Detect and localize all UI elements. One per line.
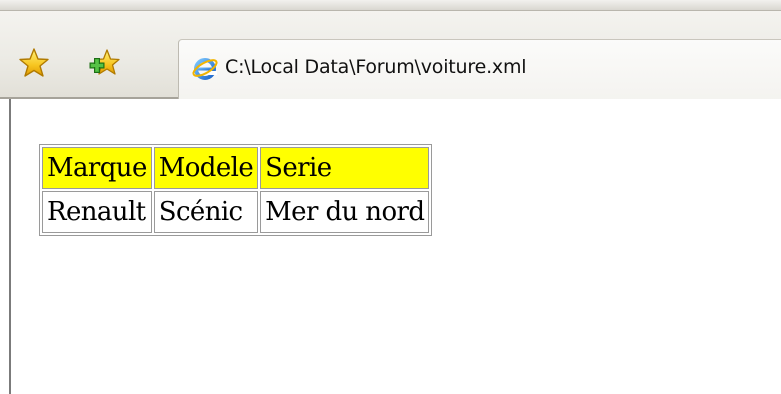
cell-modele: Scénic <box>153 191 259 233</box>
page-content: Marque Modele Serie Renault Scénic Mer d… <box>0 99 781 394</box>
header-cell-modele: Modele <box>153 147 259 189</box>
ie-icon <box>191 54 219 82</box>
table-header-row: Marque Modele Serie <box>42 147 430 189</box>
favorites-star-icon[interactable] <box>17 46 51 80</box>
cell-serie: Mer du nord <box>260 191 430 233</box>
window-top-strip <box>0 0 781 11</box>
table-row: Renault Scénic Mer du nord <box>42 191 430 233</box>
content-frame-border <box>0 99 11 394</box>
browser-toolbar: C:\Local Data\Forum\voiture.xml <box>0 11 781 109</box>
cell-marque: Renault <box>42 191 152 233</box>
data-table: Marque Modele Serie Renault Scénic Mer d… <box>39 144 433 236</box>
header-cell-marque: Marque <box>42 147 152 189</box>
header-cell-serie: Serie <box>260 147 430 189</box>
tab-title: C:\Local Data\Forum\voiture.xml <box>225 56 527 78</box>
add-to-favorites-icon[interactable] <box>88 46 122 80</box>
